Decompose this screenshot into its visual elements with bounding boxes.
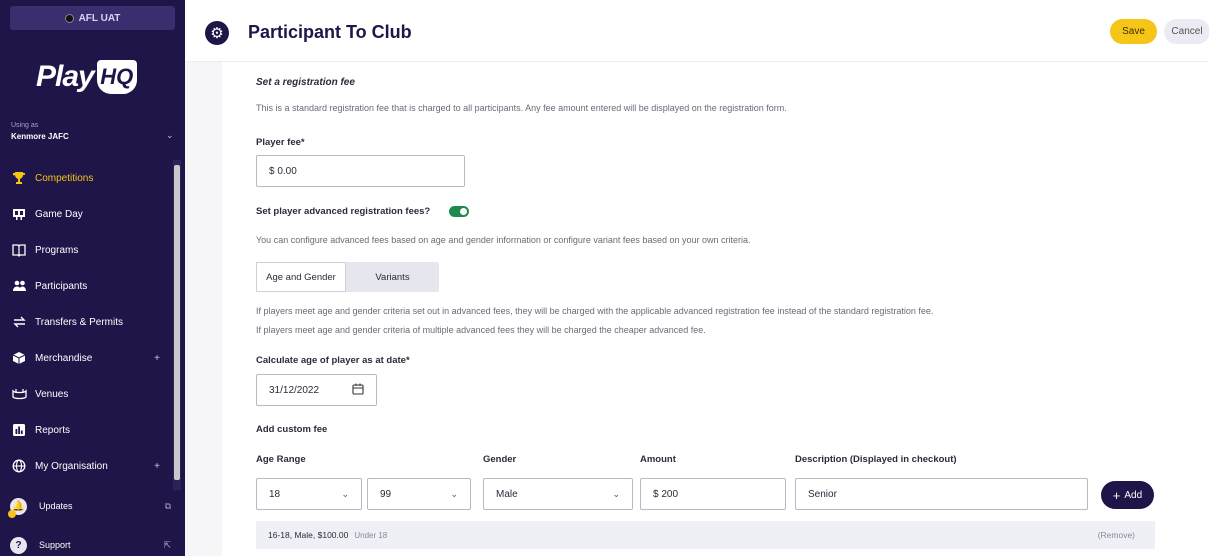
tab-variants[interactable]: Variants xyxy=(346,262,439,292)
sidebar-item-label: Programs xyxy=(35,244,79,256)
add-fee-button[interactable]: + Add xyxy=(1101,481,1154,509)
advanced-fees-toggle[interactable] xyxy=(449,206,469,217)
amount-input[interactable]: $ 200 xyxy=(640,478,786,510)
sidebar-scrollbar-thumb[interactable] xyxy=(174,165,180,480)
player-fee-label: Player fee* xyxy=(256,137,305,148)
fee-summary: 16-18, Male, $100.00 xyxy=(268,530,349,540)
chevron-down-icon: ⌄ xyxy=(450,488,458,499)
age-range-label: Age Range xyxy=(256,454,306,465)
gender-label: Gender xyxy=(483,454,517,465)
age-date-label: Calculate age of player as at date* xyxy=(256,355,410,366)
chevron-down-icon: ⌄ xyxy=(341,488,349,499)
sidebar-item-label: Transfers & Permits xyxy=(35,316,123,328)
gender-select[interactable]: Male ⌄ xyxy=(483,478,633,510)
notification-dot xyxy=(8,509,16,518)
page-title: Participant To Club xyxy=(248,22,412,42)
sidebar-item-game-day[interactable]: Game Day xyxy=(0,196,172,232)
age-from-select[interactable]: 18 ⌄ xyxy=(256,478,362,510)
scoreboard-icon xyxy=(11,206,27,222)
expand-plus-icon[interactable]: + xyxy=(154,461,160,472)
save-button[interactable]: Save xyxy=(1110,19,1157,44)
sidebar-item-label: Support xyxy=(39,540,71,550)
book-icon xyxy=(11,242,27,258)
description-input[interactable]: Senior xyxy=(795,478,1088,510)
age-to-value: 99 xyxy=(380,488,392,500)
sidebar-item-label: Reports xyxy=(35,424,71,436)
gear-icon: ⚙ xyxy=(205,21,229,45)
external-link-icon: ⧉ xyxy=(164,500,171,511)
sidebar-item-label: Participants xyxy=(35,280,88,292)
form-panel: Set a registration fee This is a standar… xyxy=(222,62,1209,556)
info-line-1: If players meet age and gender criteria … xyxy=(256,306,934,316)
trophy-icon xyxy=(11,170,27,186)
using-as-label: Using as xyxy=(11,122,39,129)
chevron-down-icon[interactable]: ⌄ xyxy=(166,130,174,141)
sidebar-item-label: Competitions xyxy=(35,172,94,184)
list-item: 16-18, Male, $100.00 Under 18 (Remove) xyxy=(256,521,1155,549)
age-date-value: 31/12/2022 xyxy=(269,384,320,396)
sidebar-item-label: Merchandise xyxy=(35,352,93,364)
sidebar-item-programs[interactable]: Programs xyxy=(0,232,172,268)
box-icon xyxy=(11,350,27,366)
sidebar-item-label: Game Day xyxy=(35,208,83,220)
player-fee-input[interactable]: $ 0.00 xyxy=(256,155,465,187)
playhq-logo[interactable]: Play HQ xyxy=(36,58,146,96)
sidebar-item-reports[interactable]: Reports xyxy=(0,412,172,448)
section-title: Set a registration fee xyxy=(256,77,355,88)
age-date-input[interactable]: 31/12/2022 xyxy=(256,374,377,406)
sidebar-item-updates[interactable]: 🔔 Updates ⧉ xyxy=(0,491,185,521)
amount-label: Amount xyxy=(640,454,676,465)
sidebar-item-label: Updates xyxy=(39,501,73,511)
sidebar-item-competitions[interactable]: Competitions xyxy=(0,160,172,196)
description-label: Description (Displayed in checkout) xyxy=(795,454,957,465)
globe-icon xyxy=(11,458,27,474)
sidebar-item-venues[interactable]: Venues xyxy=(0,376,172,412)
sidebar-item-transfers-permits[interactable]: Transfers & Permits xyxy=(0,304,172,340)
info-line-2: If players meet age and gender criteria … xyxy=(256,325,706,335)
gender-value: Male xyxy=(496,488,518,500)
environment-label: AFL UAT xyxy=(78,12,121,24)
add-fee-label: Add xyxy=(1124,489,1143,501)
organisation-selector[interactable]: Kenmore JAFC xyxy=(11,132,69,141)
bell-icon: 🔔 xyxy=(8,497,27,518)
calendar-icon[interactable] xyxy=(352,383,364,397)
help-icon: ? xyxy=(10,536,27,554)
fee-type-tabs: Age and Gender Variants xyxy=(256,262,439,292)
cancel-button[interactable]: Cancel xyxy=(1164,19,1209,44)
chart-icon xyxy=(11,422,27,438)
logo-hq-badge: HQ xyxy=(96,60,137,94)
sidebar-item-participants[interactable]: Participants xyxy=(0,268,172,304)
sidebar-item-label: Venues xyxy=(35,388,69,400)
plus-icon: + xyxy=(1112,487,1121,503)
sidebar-item-my-organisation[interactable]: My Organisation + xyxy=(0,448,172,484)
main-content: Set a registration fee This is a standar… xyxy=(185,62,1209,556)
age-to-select[interactable]: 99 ⌄ xyxy=(367,478,471,510)
environment-switcher[interactable]: AFL UAT xyxy=(10,6,175,30)
stadium-icon xyxy=(11,386,27,402)
age-from-value: 18 xyxy=(269,488,281,500)
sidebar-item-label: My Organisation xyxy=(35,460,108,472)
environment-icon xyxy=(64,13,74,23)
transfer-arrows-icon xyxy=(11,314,27,330)
sidebar-item-merchandise[interactable]: Merchandise + xyxy=(0,340,172,376)
chevron-down-icon: ⌄ xyxy=(612,488,620,499)
sidebar-item-support[interactable]: ? Support ⇱ xyxy=(0,530,185,556)
page-header: ⚙ Participant To Club Save Cancel xyxy=(185,0,1209,62)
sidebar: AFL UAT Play HQ Using as Kenmore JAFC ⌄ … xyxy=(0,0,185,556)
remove-fee-link[interactable]: (Remove) xyxy=(1098,530,1135,540)
tab-age-and-gender[interactable]: Age and Gender xyxy=(256,262,346,292)
expand-plus-icon[interactable]: + xyxy=(154,353,160,364)
fee-description: Under 18 xyxy=(354,530,388,540)
logo-text: Play xyxy=(36,60,95,93)
advanced-fees-label: Set player advanced registration fees? xyxy=(256,206,431,217)
people-icon xyxy=(11,278,27,294)
advanced-fees-description: You can configure advanced fees based on… xyxy=(256,235,751,245)
external-link-icon: ⇱ xyxy=(163,539,171,550)
section-description: This is a standard registration fee that… xyxy=(256,103,787,113)
custom-fee-title: Add custom fee xyxy=(256,424,328,435)
